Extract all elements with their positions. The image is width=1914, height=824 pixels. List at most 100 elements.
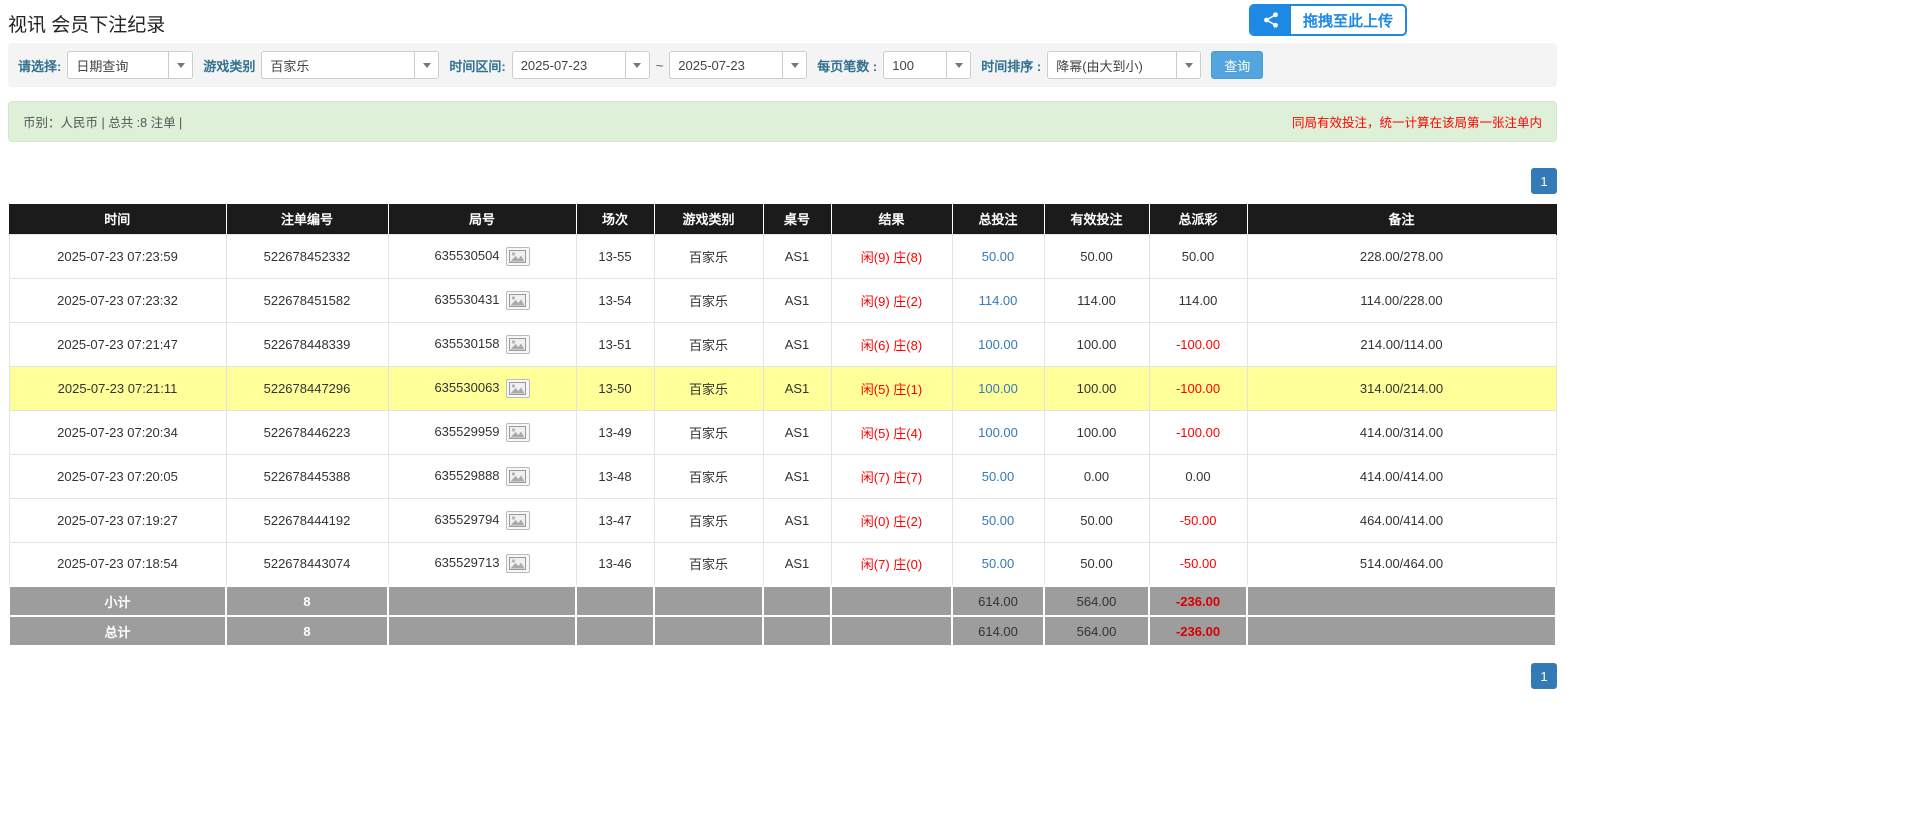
cell-total-bet-text[interactable]: 100.00 [978, 381, 1018, 396]
cell-game-type-text: 百家乐 [689, 250, 728, 265]
cell-table-no-text: AS1 [785, 513, 810, 528]
cell-total-bet-text[interactable]: 50.00 [982, 469, 1015, 484]
cell-table-no-text: AS1 [785, 469, 810, 484]
cell-total-bet: 50.00 [952, 234, 1044, 278]
cell-result-text: 闲(5) 庄(4) [861, 426, 922, 441]
cell-valid-bet-text: 100.00 [1077, 381, 1117, 396]
cell-payout: -50.00 [1149, 542, 1247, 586]
subtotal-count: 8 [303, 594, 310, 609]
game-type-caret-button[interactable] [414, 52, 438, 78]
cell-time: 2025-07-23 07:18:54 [9, 542, 226, 586]
cell-result-text: 闲(7) 庄(7) [861, 470, 922, 485]
subtotal-empty-cell [388, 586, 576, 616]
total-count-cell: 8 [226, 616, 388, 646]
page-size-input[interactable] [884, 52, 946, 78]
cell-valid-bet: 100.00 [1044, 366, 1149, 410]
cell-game-type-text: 百家乐 [689, 426, 728, 441]
cell-bet-id: 522678447296 [226, 366, 388, 410]
cell-round-id: 635530504 [388, 234, 576, 278]
chevron-down-icon [955, 63, 963, 68]
upload-dropzone[interactable]: 拖拽至此上传 [1249, 4, 1407, 36]
page-1-button[interactable]: 1 [1531, 168, 1557, 194]
query-type-input[interactable] [68, 52, 168, 78]
cell-valid-bet-text: 50.00 [1080, 249, 1113, 264]
cell-remark-text: 314.00/214.00 [1360, 381, 1443, 396]
cell-total-bet-text[interactable]: 114.00 [979, 293, 1018, 308]
cell-session-text: 13-50 [598, 381, 631, 396]
cell-time: 2025-07-23 07:23:59 [9, 234, 226, 278]
subtotal-valid-bet: 564.00 [1077, 594, 1117, 609]
cell-total-bet-text[interactable]: 50.00 [982, 556, 1015, 571]
cell-total-bet-text[interactable]: 50.00 [982, 513, 1015, 528]
cell-bet-id-text: 522678443074 [264, 556, 351, 571]
date-to-input[interactable] [670, 52, 782, 78]
round-result-image-icon[interactable] [506, 511, 530, 530]
table-body: 2025-07-23 07:23:59522678452332635530504… [9, 234, 1556, 586]
round-result-image-icon[interactable] [506, 379, 530, 398]
date-to-caret-button[interactable] [782, 52, 806, 78]
cell-payout-text: -100.00 [1176, 381, 1220, 396]
chevron-down-icon [633, 63, 641, 68]
query-button[interactable]: 查询 [1211, 51, 1263, 79]
cell-total-bet: 114.00 [952, 278, 1044, 322]
cell-session: 13-46 [576, 542, 654, 586]
cell-bet-id: 522678451582 [226, 278, 388, 322]
chevron-down-icon [177, 63, 185, 68]
cell-session-text: 13-55 [598, 249, 631, 264]
time-sort-input[interactable] [1048, 52, 1176, 78]
round-result-image-icon[interactable] [506, 247, 530, 266]
cell-remark-text: 414.00/414.00 [1360, 469, 1443, 484]
round-result-image-icon[interactable] [506, 554, 530, 573]
share-nodes-icon [1251, 6, 1291, 34]
cell-session-text: 13-54 [598, 293, 631, 308]
round-result-image-icon[interactable] [506, 335, 530, 354]
cell-result-text: 闲(9) 庄(8) [861, 250, 922, 265]
cell-result-text: 闲(7) 庄(0) [861, 557, 922, 572]
column-header-7: 总投注 [952, 204, 1044, 234]
cell-game-type: 百家乐 [654, 234, 763, 278]
cell-total-bet-text[interactable]: 50.00 [982, 249, 1015, 264]
game-type-input[interactable] [262, 52, 414, 78]
cell-game-type: 百家乐 [654, 410, 763, 454]
cell-total-bet-text[interactable]: 100.00 [978, 337, 1018, 352]
cell-payout-text: -100.00 [1176, 337, 1220, 352]
cell-bet-id-text: 522678446223 [264, 425, 351, 440]
round-result-image-icon[interactable] [506, 291, 530, 310]
cell-bet-id-text: 522678444192 [264, 513, 351, 528]
cell-bet-id: 522678443074 [226, 542, 388, 586]
cell-session: 13-48 [576, 454, 654, 498]
cell-time: 2025-07-23 07:21:47 [9, 322, 226, 366]
cell-remark: 314.00/214.00 [1247, 366, 1556, 410]
cell-session: 13-55 [576, 234, 654, 278]
column-header-8: 有效投注 [1044, 204, 1149, 234]
cell-valid-bet-text: 50.00 [1080, 513, 1113, 528]
cell-valid-bet: 50.00 [1044, 234, 1149, 278]
query-type-caret-button[interactable] [168, 52, 192, 78]
date-from-input[interactable] [513, 52, 625, 78]
cell-remark: 464.00/414.00 [1247, 498, 1556, 542]
cell-table-no-text: AS1 [785, 556, 810, 571]
page-size-caret-button[interactable] [946, 52, 970, 78]
summary-bar: 币别：人民币 | 总共 :8 注单 | 同局有效投注，统一计算在该局第一张注单内 [8, 101, 1557, 142]
round-result-image-icon[interactable] [506, 423, 530, 442]
cell-round-id-text: 635529713 [434, 555, 499, 570]
subtotal-total-bet-cell: 614.00 [952, 586, 1044, 616]
cell-game-type: 百家乐 [654, 454, 763, 498]
game-type-combobox [261, 51, 439, 79]
cell-remark: 228.00/278.00 [1247, 234, 1556, 278]
column-header-3: 场次 [576, 204, 654, 234]
table-row: 2025-07-23 07:19:27522678444192635529794… [9, 498, 1556, 542]
page-1-button[interactable]: 1 [1531, 663, 1557, 689]
cell-time: 2025-07-23 07:19:27 [9, 498, 226, 542]
summary-currency-count: 币别：人民币 | 总共 :8 注单 | [23, 112, 182, 131]
date-from-caret-button[interactable] [625, 52, 649, 78]
round-result-image-icon[interactable] [506, 467, 530, 486]
game-type-field: 游戏类别 [203, 51, 439, 79]
cell-game-type-text: 百家乐 [689, 470, 728, 485]
cell-total-bet-text[interactable]: 100.00 [978, 425, 1018, 440]
cell-result: 闲(6) 庄(8) [831, 322, 952, 366]
time-sort-caret-button[interactable] [1176, 52, 1200, 78]
table-row: 2025-07-23 07:23:32522678451582635530431… [9, 278, 1556, 322]
chevron-down-icon [791, 63, 799, 68]
cell-session-text: 13-47 [598, 513, 631, 528]
